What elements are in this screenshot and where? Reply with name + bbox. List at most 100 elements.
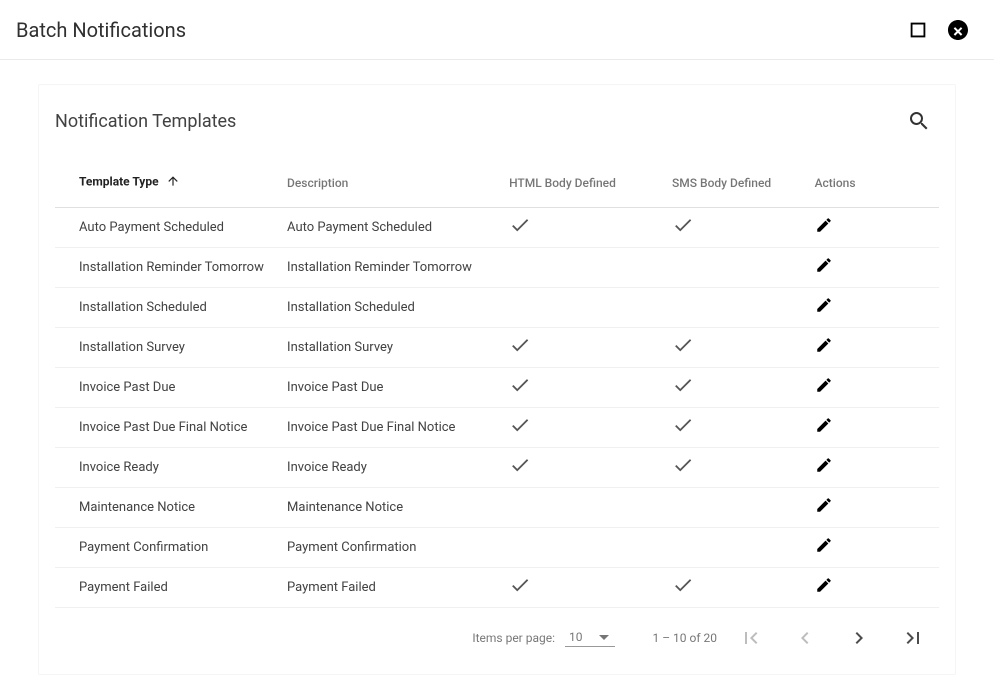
cell-actions — [807, 247, 939, 287]
chevron-left-icon — [793, 626, 817, 650]
cell-sms-body — [664, 207, 807, 247]
pencil-icon — [815, 256, 833, 274]
cell-description: Invoice Ready — [279, 447, 501, 487]
table-row: Invoice ReadyInvoice Ready — [55, 447, 939, 487]
cell-template-type: Installation Survey — [55, 327, 279, 367]
check-icon — [509, 465, 531, 480]
check-icon — [672, 345, 694, 360]
cell-description: Invoice Past Due Final Notice — [279, 407, 501, 447]
pencil-icon — [815, 296, 833, 314]
cell-sms-body — [664, 447, 807, 487]
table-row: Invoice Past Due Final NoticeInvoice Pas… — [55, 407, 939, 447]
cell-html-body — [501, 367, 664, 407]
pencil-icon — [815, 416, 833, 434]
col-header-sms-body[interactable]: SMS Body Defined — [664, 159, 807, 207]
edit-button[interactable] — [815, 536, 833, 554]
check-icon — [509, 425, 531, 440]
chevron-right-icon — [847, 626, 871, 650]
cell-html-body — [501, 447, 664, 487]
edit-button[interactable] — [815, 216, 833, 234]
last-page-icon — [901, 626, 925, 650]
col-header-html-body[interactable]: HTML Body Defined — [501, 159, 664, 207]
edit-button[interactable] — [815, 256, 833, 274]
check-icon — [509, 585, 531, 600]
notification-templates-card: Notification Templates Template Type Des… — [38, 84, 956, 675]
first-page-icon — [739, 626, 763, 650]
cell-sms-body — [664, 247, 807, 287]
first-page-button[interactable] — [731, 618, 771, 658]
cell-description: Auto Payment Scheduled — [279, 207, 501, 247]
card-title: Notification Templates — [55, 111, 899, 132]
check-icon — [672, 225, 694, 240]
search-button[interactable] — [899, 101, 939, 141]
cell-html-body — [501, 207, 664, 247]
cell-sms-body — [664, 327, 807, 367]
cell-description: Invoice Past Due — [279, 367, 501, 407]
cell-html-body — [501, 487, 664, 527]
edit-button[interactable] — [815, 496, 833, 514]
check-icon — [672, 425, 694, 440]
cell-description: Payment Confirmation — [279, 527, 501, 567]
paginator-range-label: 1 – 10 of 20 — [629, 631, 717, 645]
cell-html-body — [501, 287, 664, 327]
edit-button[interactable] — [815, 336, 833, 354]
cell-sms-body — [664, 287, 807, 327]
cell-description: Installation Scheduled — [279, 287, 501, 327]
close-button[interactable] — [938, 10, 978, 50]
cell-actions — [807, 287, 939, 327]
edit-button[interactable] — [815, 416, 833, 434]
cell-actions — [807, 367, 939, 407]
cell-html-body — [501, 327, 664, 367]
check-icon — [509, 225, 531, 240]
cell-html-body — [501, 407, 664, 447]
cell-sms-body — [664, 407, 807, 447]
cell-actions — [807, 527, 939, 567]
col-header-description[interactable]: Description — [279, 159, 501, 207]
templates-table: Template Type Description HTML Body Defi… — [55, 159, 939, 608]
items-per-page-label: Items per page: — [472, 631, 555, 645]
cell-template-type: Invoice Ready — [55, 447, 279, 487]
pencil-icon — [815, 456, 833, 474]
edit-button[interactable] — [815, 296, 833, 314]
cell-actions — [807, 447, 939, 487]
edit-button[interactable] — [815, 576, 833, 594]
search-icon — [907, 109, 931, 133]
pencil-icon — [815, 336, 833, 354]
cell-template-type: Installation Scheduled — [55, 287, 279, 327]
last-page-button[interactable] — [893, 618, 933, 658]
edit-button[interactable] — [815, 376, 833, 394]
maximize-button[interactable] — [898, 10, 938, 50]
cell-description: Installation Reminder Tomorrow — [279, 247, 501, 287]
table-row: Payment ConfirmationPayment Confirmation — [55, 527, 939, 567]
cell-template-type: Payment Failed — [55, 567, 279, 607]
cell-description: Payment Failed — [279, 567, 501, 607]
cell-actions — [807, 487, 939, 527]
edit-button[interactable] — [815, 456, 833, 474]
pencil-icon — [815, 496, 833, 514]
cell-sms-body — [664, 487, 807, 527]
page-size-select[interactable]: 10 — [565, 628, 615, 647]
cell-description: Installation Survey — [279, 327, 501, 367]
page-size-value: 10 — [569, 630, 583, 644]
next-page-button[interactable] — [839, 618, 879, 658]
cell-description: Maintenance Notice — [279, 487, 501, 527]
table-row: Maintenance NoticeMaintenance Notice — [55, 487, 939, 527]
cell-template-type: Invoice Past Due — [55, 367, 279, 407]
col-header-template-type[interactable]: Template Type — [55, 159, 279, 207]
paginator: Items per page: 10 1 – 10 of 20 — [55, 608, 939, 658]
check-icon — [509, 385, 531, 400]
cell-sms-body — [664, 527, 807, 567]
table-row: Auto Payment ScheduledAuto Payment Sched… — [55, 207, 939, 247]
maximize-icon — [907, 19, 929, 41]
cell-actions — [807, 207, 939, 247]
check-icon — [672, 465, 694, 480]
check-icon — [672, 585, 694, 600]
sort-ascending-icon — [166, 174, 180, 191]
table-row: Payment FailedPayment Failed — [55, 567, 939, 607]
pencil-icon — [815, 216, 833, 234]
previous-page-button[interactable] — [785, 618, 825, 658]
check-icon — [509, 345, 531, 360]
cell-actions — [807, 407, 939, 447]
cell-html-body — [501, 567, 664, 607]
pencil-icon — [815, 536, 833, 554]
